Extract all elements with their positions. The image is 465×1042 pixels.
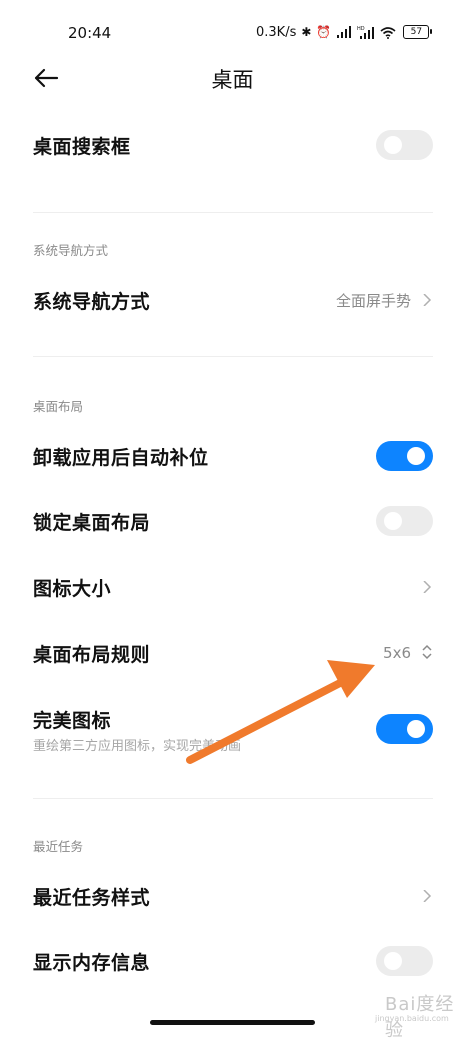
signal-icon [337,26,352,38]
section-header-navigation: 系统导航方式 [33,243,109,258]
search-box-toggle[interactable] [376,130,433,160]
setting-icon-size[interactable]: 图标大小 [0,557,465,617]
status-time: 20:44 [68,24,112,42]
divider [33,356,433,357]
status-bar: 20:44 0.3K/s ✱ ⏰ HD 57 [0,0,465,64]
battery-level: 57 [410,26,423,37]
network-speed: 0.3K/s [256,24,297,40]
toggle-knob [407,720,425,738]
toggle-knob [407,447,425,465]
memory-info-toggle[interactable] [376,946,433,976]
toggle-knob [384,952,402,970]
perfect-icons-toggle[interactable] [376,714,433,744]
setting-value: 5x6 [383,644,411,662]
setting-search-box[interactable]: 桌面搜索框 [0,115,465,175]
bluetooth-icon: ✱ [301,25,312,39]
setting-label: 锁定桌面布局 [33,512,151,534]
setting-value: 全面屏手势 [335,292,411,310]
hd-signal-icon: HD [357,26,375,39]
setting-description: 重绘第三方应用图标，实现完美动画 [33,739,242,754]
setting-label: 图标大小 [33,578,112,600]
chevron-right-icon [423,294,432,306]
lock-layout-toggle[interactable] [376,506,433,536]
setting-label: 卸载应用后自动补位 [33,447,209,469]
battery-icon: 57 [403,25,433,39]
setting-label: 系统导航方式 [33,291,151,313]
status-icons: 0.3K/s ✱ ⏰ HD 57 [256,22,433,42]
chevron-right-icon [423,581,432,593]
home-indicator[interactable] [150,1020,315,1025]
setting-label: 显示内存信息 [33,952,151,974]
section-header-recent: 最近任务 [33,839,84,854]
setting-navigation-mode[interactable]: 系统导航方式 全面屏手势 [0,270,465,330]
page-title: 桌面 [211,68,254,92]
setting-layout-rule[interactable]: 桌面布局规则 5x6 [0,623,465,683]
setting-recent-style[interactable]: 最近任务样式 [0,866,465,926]
divider [33,212,433,213]
chevron-right-icon [423,890,432,902]
toggle-knob [384,136,402,154]
setting-auto-fill[interactable]: 卸载应用后自动补位 [0,426,465,486]
watermark-url: jingyan.baidu.com [375,1014,449,1023]
auto-fill-toggle[interactable] [376,441,433,471]
setting-label: 完美图标 [33,710,112,732]
chevron-up-down-icon [422,644,432,660]
setting-label: 最近任务样式 [33,887,151,909]
setting-lock-layout[interactable]: 锁定桌面布局 [0,491,465,551]
toggle-knob [384,512,402,530]
section-header-layout: 桌面布局 [33,399,84,414]
alarm-icon: ⏰ [316,25,332,39]
divider [33,798,433,799]
wifi-icon [380,26,396,39]
svg-text:HD: HD [357,26,365,32]
setting-label: 桌面搜索框 [33,136,131,158]
setting-perfect-icons[interactable]: 完美图标 重绘第三方应用图标，实现完美动画 [0,700,465,764]
setting-label: 桌面布局规则 [33,644,151,666]
setting-memory-info[interactable]: 显示内存信息 [0,931,465,991]
